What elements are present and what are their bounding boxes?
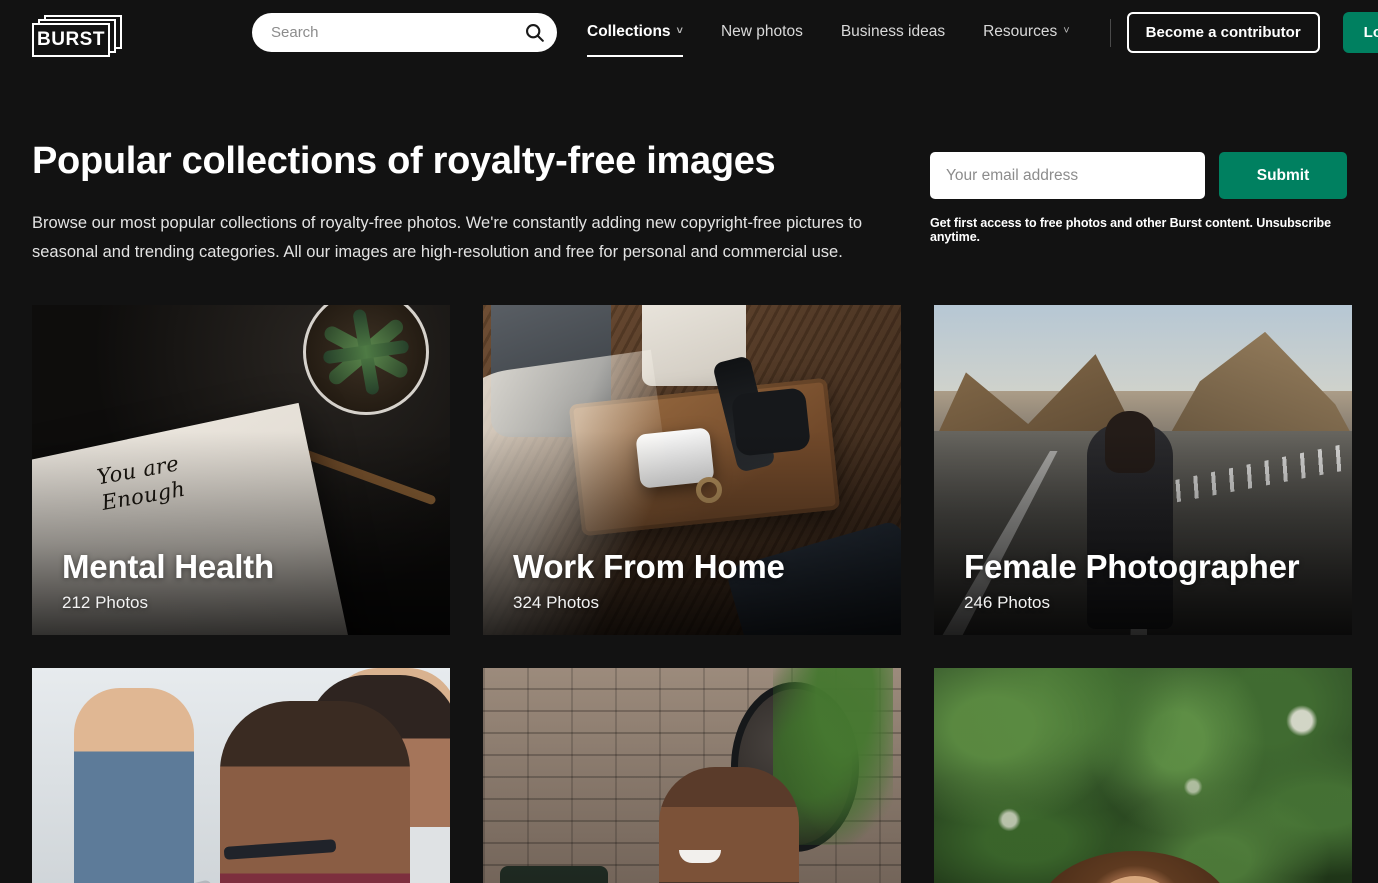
card-photo-count: 246 Photos xyxy=(964,593,1051,613)
hero-section: Popular collections of royalty-free imag… xyxy=(0,65,1378,266)
collection-card-team[interactable] xyxy=(32,668,450,883)
submit-button[interactable]: Submit xyxy=(1219,152,1347,199)
top-navigation-bar: BURST Collections ˅ New photos Business … xyxy=(0,0,1378,65)
nav-item-new-photos[interactable]: New photos xyxy=(721,23,803,43)
succulent-leaves xyxy=(303,305,429,415)
collection-card-small-business[interactable] xyxy=(483,668,901,883)
collection-card-work-from-home[interactable]: Work From Home 324 Photos xyxy=(483,305,901,636)
nav-item-collections[interactable]: Collections ˅ xyxy=(587,22,683,57)
collection-card-female-photographer[interactable]: Female Photographer 246 Photos xyxy=(934,305,1352,636)
nav-divider xyxy=(1109,18,1111,47)
card-caption: Mental Health 212 Photos xyxy=(62,548,426,614)
search-box[interactable] xyxy=(252,13,557,52)
card-photo-count: 212 Photos xyxy=(62,593,149,613)
nav-item-collections-label: Collections xyxy=(587,22,671,40)
nav-links: Collections ˅ New photos Business ideas … xyxy=(587,0,1108,65)
search-icon xyxy=(525,24,544,42)
page-title: Popular collections of royalty-free imag… xyxy=(32,140,776,182)
search-button[interactable] xyxy=(519,18,549,48)
email-field[interactable] xyxy=(930,152,1205,199)
nav-item-resources-label: Resources xyxy=(983,22,1058,40)
card-title: Work From Home xyxy=(513,547,785,585)
burst-logo[interactable]: BURST xyxy=(32,11,122,57)
page-description: Browse our most popular collections of r… xyxy=(32,213,863,261)
nav-actions: Become a contributor Login xyxy=(1108,12,1378,53)
login-button[interactable]: Login xyxy=(1342,12,1378,53)
collection-card-mental-health[interactable]: You are Enough Mental Health 212 Photos xyxy=(32,305,450,636)
person-background-left xyxy=(73,688,194,883)
hanging-clothes xyxy=(499,866,609,883)
collection-photo xyxy=(32,668,450,883)
card-title: Female Photographer xyxy=(964,547,1300,585)
newsletter-form-row: Submit xyxy=(930,152,1348,199)
nav-item-business-ideas[interactable]: Business ideas xyxy=(841,23,945,43)
card-title: Mental Health xyxy=(62,547,274,585)
chevron-down-icon: ˅ xyxy=(676,25,683,37)
hero-text-block: Popular collections of royalty-free imag… xyxy=(32,140,912,266)
newsletter-note: Get first access to free photos and othe… xyxy=(930,216,1331,244)
become-a-contributor-button[interactable]: Become a contributor xyxy=(1126,12,1320,53)
shop-owner xyxy=(658,767,799,883)
collections-grid: You are Enough Mental Health 212 Photos xyxy=(0,266,1378,883)
nav-item-new-photos-label: New photos xyxy=(720,22,803,40)
collection-photo xyxy=(934,668,1352,883)
collection-card-greenery[interactable] xyxy=(934,668,1352,883)
chevron-down-icon: ˅ xyxy=(1063,25,1070,37)
search-input[interactable] xyxy=(252,13,557,52)
nav-item-resources[interactable]: Resources ˅ xyxy=(983,23,1070,43)
newsletter-signup: Submit Get first access to free photos a… xyxy=(930,140,1348,244)
card-caption: Work From Home 324 Photos xyxy=(513,548,877,614)
logo-wordmark: BURST xyxy=(37,29,105,50)
card-caption: Female Photographer 246 Photos xyxy=(964,548,1328,614)
collection-photo xyxy=(483,668,901,883)
nav-item-business-ideas-label: Business ideas xyxy=(840,22,946,40)
logo-frame-front: BURST xyxy=(32,22,110,57)
card-photo-count: 324 Photos xyxy=(513,593,600,613)
